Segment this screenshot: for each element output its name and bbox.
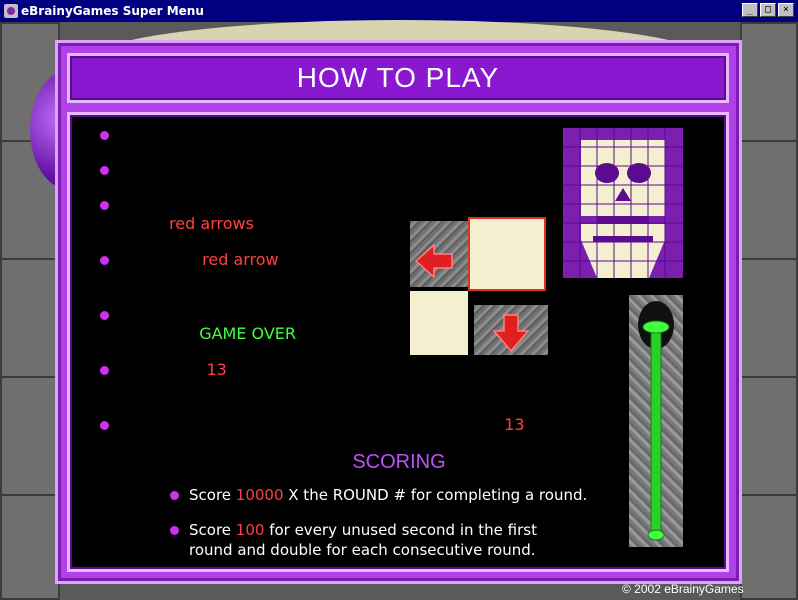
close-button[interactable]: × xyxy=(778,3,794,17)
app-icon xyxy=(4,4,18,18)
minimize-button[interactable]: _ xyxy=(742,3,758,17)
rule-item: Complete a pattern before the timer fill… xyxy=(100,305,363,343)
header-bar: HOW TO PLAY xyxy=(67,53,729,103)
window-title: eBrainyGames Super Menu xyxy=(21,4,204,18)
red-arrow-left-icon xyxy=(414,243,453,279)
scoring-item: Score 100 for every unused second in the… xyxy=(170,520,537,560)
tile-example xyxy=(410,217,550,355)
maximize-button[interactable]: □ xyxy=(760,3,776,17)
timer-meter-icon xyxy=(629,295,683,547)
rule-item: Side tiles to match the target pattern: xyxy=(100,125,423,144)
rule-item: Click on a red arrow to slide the tile i… xyxy=(100,250,342,288)
scoring-item: Score 10000 X the ROUND # for completing… xyxy=(170,485,587,505)
cream-tile xyxy=(410,291,468,355)
empty-target-tile xyxy=(468,217,546,291)
stone-tile xyxy=(474,305,548,355)
copyright-text: © 2002 eBrainyGames xyxy=(622,582,744,596)
rule-item: Unused time is awarded as score in each … xyxy=(100,415,605,434)
rule-item: Click any tile next to an empty space to… xyxy=(100,160,509,179)
page-title: HOW TO PLAY xyxy=(296,62,500,93)
red-arrow-down-icon xyxy=(492,314,530,353)
skull-icon xyxy=(563,128,683,278)
title-bar: eBrainyGames Super Menu _ □ × xyxy=(0,0,798,22)
stone-tile xyxy=(410,221,476,287)
rule-item: Any of the 13 ROUNDS can be accessed by … xyxy=(100,360,594,398)
